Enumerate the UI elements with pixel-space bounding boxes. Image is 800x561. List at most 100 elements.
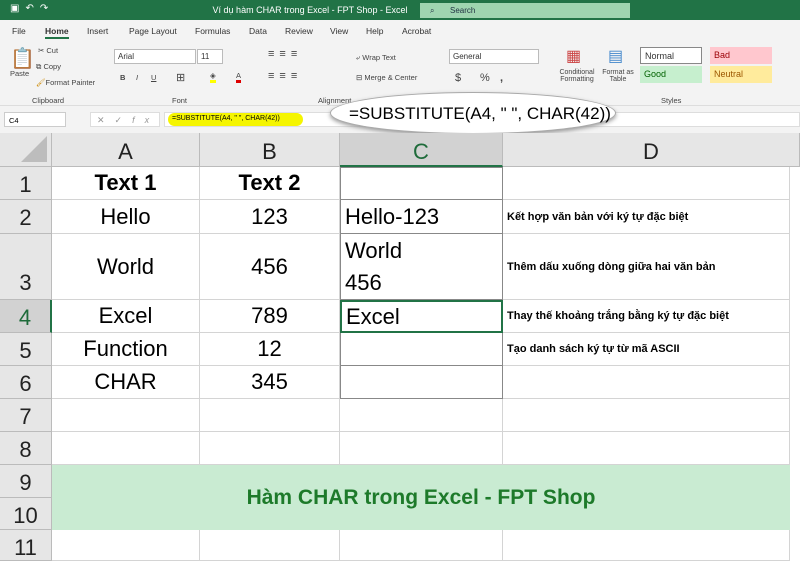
- underline-button[interactable]: U: [151, 73, 156, 82]
- fx-icon[interactable]: fx: [132, 115, 159, 125]
- cell-a2[interactable]: Hello: [52, 200, 200, 234]
- cell-d1[interactable]: [503, 167, 790, 200]
- cell-b3[interactable]: 456: [200, 234, 340, 300]
- currency-button[interactable]: $: [455, 72, 461, 84]
- quick-access-toolbar[interactable]: ▣↶↷: [10, 3, 54, 14]
- cell-b11[interactable]: [200, 530, 340, 561]
- cell-a3[interactable]: World: [52, 234, 200, 300]
- tab-data[interactable]: Data: [249, 26, 267, 36]
- cell-a4[interactable]: Excel: [52, 300, 200, 333]
- name-box[interactable]: C4: [4, 112, 66, 127]
- format-painter-button[interactable]: 🖌Format Painter: [36, 78, 95, 87]
- cell-c1[interactable]: [340, 167, 503, 200]
- style-bad[interactable]: Bad: [710, 47, 772, 64]
- cell-b7[interactable]: [200, 399, 340, 432]
- tab-insert[interactable]: Insert: [87, 26, 108, 36]
- cell-d5[interactable]: Tạo danh sách ký tự từ mã ASCII: [503, 333, 790, 366]
- cell-d8[interactable]: [503, 432, 790, 465]
- paste-button[interactable]: Paste: [10, 69, 29, 78]
- conditional-formatting-icon[interactable]: ▦: [566, 46, 581, 66]
- paste-icon[interactable]: 📋: [10, 46, 35, 71]
- cell-d4[interactable]: Thay thế khoảng trắng bằng ký tự đặc biệ…: [503, 300, 790, 333]
- cell-d6[interactable]: [503, 366, 790, 399]
- column-header-a[interactable]: A: [52, 133, 200, 167]
- column-header-c[interactable]: C: [340, 133, 503, 167]
- tab-page-layout[interactable]: Page Layout: [129, 26, 177, 36]
- cell-d7[interactable]: [503, 399, 790, 432]
- tab-home[interactable]: Home: [45, 26, 69, 39]
- tab-review[interactable]: Review: [285, 26, 313, 36]
- row-header-6[interactable]: 6: [0, 366, 52, 399]
- cell-d11[interactable]: [503, 530, 790, 561]
- row-header-7[interactable]: 7: [0, 399, 52, 432]
- cell-b1[interactable]: Text 2: [200, 167, 340, 200]
- align-icons[interactable]: ≡≡≡: [268, 48, 302, 60]
- cut-button[interactable]: ✂ Cut: [38, 46, 58, 55]
- format-as-table-icon[interactable]: ▤: [608, 46, 623, 66]
- cancel-icon[interactable]: ✕: [97, 115, 115, 125]
- cell-c3[interactable]: World 456: [340, 234, 503, 300]
- redo-icon[interactable]: ↷: [40, 3, 54, 14]
- row-header-5[interactable]: 5: [0, 333, 52, 366]
- enter-icon[interactable]: ✓: [115, 115, 133, 125]
- font-color-icon[interactable]: A: [236, 71, 242, 83]
- row-header-10[interactable]: 10: [0, 498, 52, 530]
- row-header-4[interactable]: 4: [0, 300, 52, 333]
- style-neutral[interactable]: Neutral: [710, 66, 772, 83]
- cell-a6[interactable]: CHAR: [52, 366, 200, 399]
- search-box[interactable]: ⌕ Search: [420, 3, 630, 18]
- cell-c11[interactable]: [340, 530, 503, 561]
- conditional-formatting-button[interactable]: Conditional Formatting: [552, 69, 602, 83]
- save-icon[interactable]: ▣: [10, 3, 25, 14]
- cell-a1[interactable]: Text 1: [52, 167, 200, 200]
- cell-b8[interactable]: [200, 432, 340, 465]
- wrap-text-button[interactable]: ⤶ Wrap Text: [356, 53, 396, 63]
- cell-b2[interactable]: 123: [200, 200, 340, 234]
- fill-color-icon[interactable]: ◈: [210, 71, 216, 83]
- cell-c7[interactable]: [340, 399, 503, 432]
- percent-button[interactable]: %: [480, 72, 490, 84]
- style-normal[interactable]: Normal: [640, 47, 702, 64]
- cell-a5[interactable]: Function: [52, 333, 200, 366]
- row-header-11[interactable]: 11: [0, 530, 52, 561]
- cell-b5[interactable]: 12: [200, 333, 340, 366]
- cell-a7[interactable]: [52, 399, 200, 432]
- copy-button[interactable]: ⧉ Copy: [36, 62, 61, 72]
- cell-d2[interactable]: Kết hợp văn bản với ký tự đặc biệt: [503, 200, 790, 234]
- italic-button[interactable]: I: [136, 73, 138, 82]
- cell-c6[interactable]: [340, 366, 503, 399]
- cell-a11[interactable]: [52, 530, 200, 561]
- undo-icon[interactable]: ↶: [25, 3, 39, 14]
- font-size-select[interactable]: 11: [197, 49, 223, 64]
- row-header-2[interactable]: 2: [0, 200, 52, 234]
- cell-d3[interactable]: Thêm dấu xuống dòng giữa hai văn bản: [503, 234, 790, 300]
- tab-help[interactable]: Help: [366, 26, 383, 36]
- tab-acrobat[interactable]: Acrobat: [402, 26, 431, 36]
- format-as-table-button[interactable]: Format as Table: [600, 69, 636, 83]
- tab-formulas[interactable]: Formulas: [195, 26, 230, 36]
- column-header-b[interactable]: B: [200, 133, 340, 167]
- cell-b6[interactable]: 345: [200, 366, 340, 399]
- style-good[interactable]: Good: [640, 66, 702, 83]
- row-header-8[interactable]: 8: [0, 432, 52, 465]
- cell-c4-selected[interactable]: Excel: [340, 300, 503, 333]
- column-header-d[interactable]: D: [503, 133, 800, 167]
- select-all-button[interactable]: [0, 133, 52, 167]
- row-header-9[interactable]: 9: [0, 465, 52, 498]
- cell-c5[interactable]: [340, 333, 503, 366]
- bold-button[interactable]: B: [120, 73, 125, 82]
- row-header-3[interactable]: 3: [0, 234, 52, 300]
- formula-buttons[interactable]: ✕✓fx: [90, 112, 160, 127]
- font-name-select[interactable]: Arial: [114, 49, 196, 64]
- cell-c2[interactable]: Hello-123: [340, 200, 503, 234]
- cell-c8[interactable]: [340, 432, 503, 465]
- banner-merged-cell[interactable]: Hàm CHAR trong Excel - FPT Shop: [52, 465, 790, 530]
- align-icons-row2[interactable]: ≡≡≡: [268, 70, 302, 82]
- cell-b4[interactable]: 789: [200, 300, 340, 333]
- tab-view[interactable]: View: [330, 26, 348, 36]
- comma-button[interactable]: ,: [500, 72, 503, 84]
- number-format-select[interactable]: General: [449, 49, 539, 64]
- merge-center-button[interactable]: ⊟ Merge & Center: [356, 73, 417, 82]
- tab-file[interactable]: File: [12, 26, 26, 36]
- cell-a8[interactable]: [52, 432, 200, 465]
